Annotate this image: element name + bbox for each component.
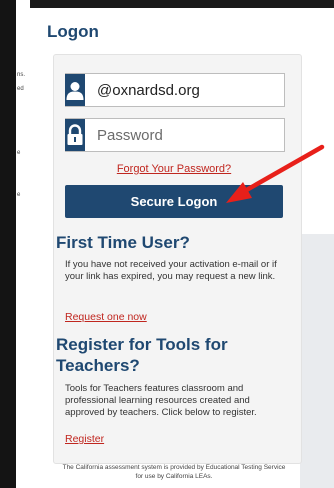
- user-icon: [65, 74, 85, 106]
- first-time-heading: First Time User?: [56, 233, 190, 252]
- username-input[interactable]: [85, 75, 298, 105]
- tools-heading-line2: Teachers?: [56, 356, 140, 375]
- username-field[interactable]: [65, 73, 298, 107]
- first-time-text: If you have not received your activation…: [65, 259, 277, 282]
- lock-icon: [65, 119, 85, 151]
- window-frame-top: [0, 0, 334, 8]
- request-link[interactable]: Request one now: [65, 311, 147, 323]
- tools-text: Tools for Teachers features classroom an…: [65, 383, 257, 418]
- password-field[interactable]: [65, 118, 298, 152]
- side-text-fragment: e: [17, 192, 21, 198]
- side-text-fragment: ns.: [17, 72, 26, 78]
- page-title: Logon: [47, 22, 99, 41]
- footer-line1: The California assessment system is prov…: [62, 464, 286, 471]
- side-text-fragment: ed: [17, 86, 24, 92]
- background-panel: [300, 234, 334, 488]
- forgot-password-link[interactable]: Forgot Your Password?: [65, 163, 283, 175]
- register-link[interactable]: Register: [65, 433, 104, 445]
- password-input[interactable]: [85, 120, 298, 150]
- footer-line2: for use by California LEAs.: [135, 473, 213, 480]
- footer: The California assessment system is prov…: [40, 463, 308, 481]
- window-frame-left: [0, 0, 16, 488]
- secure-logon-button[interactable]: Secure Logon: [65, 185, 283, 218]
- tools-heading-line1: Register for Tools for: [56, 335, 228, 354]
- side-text-fragment: e: [17, 150, 21, 156]
